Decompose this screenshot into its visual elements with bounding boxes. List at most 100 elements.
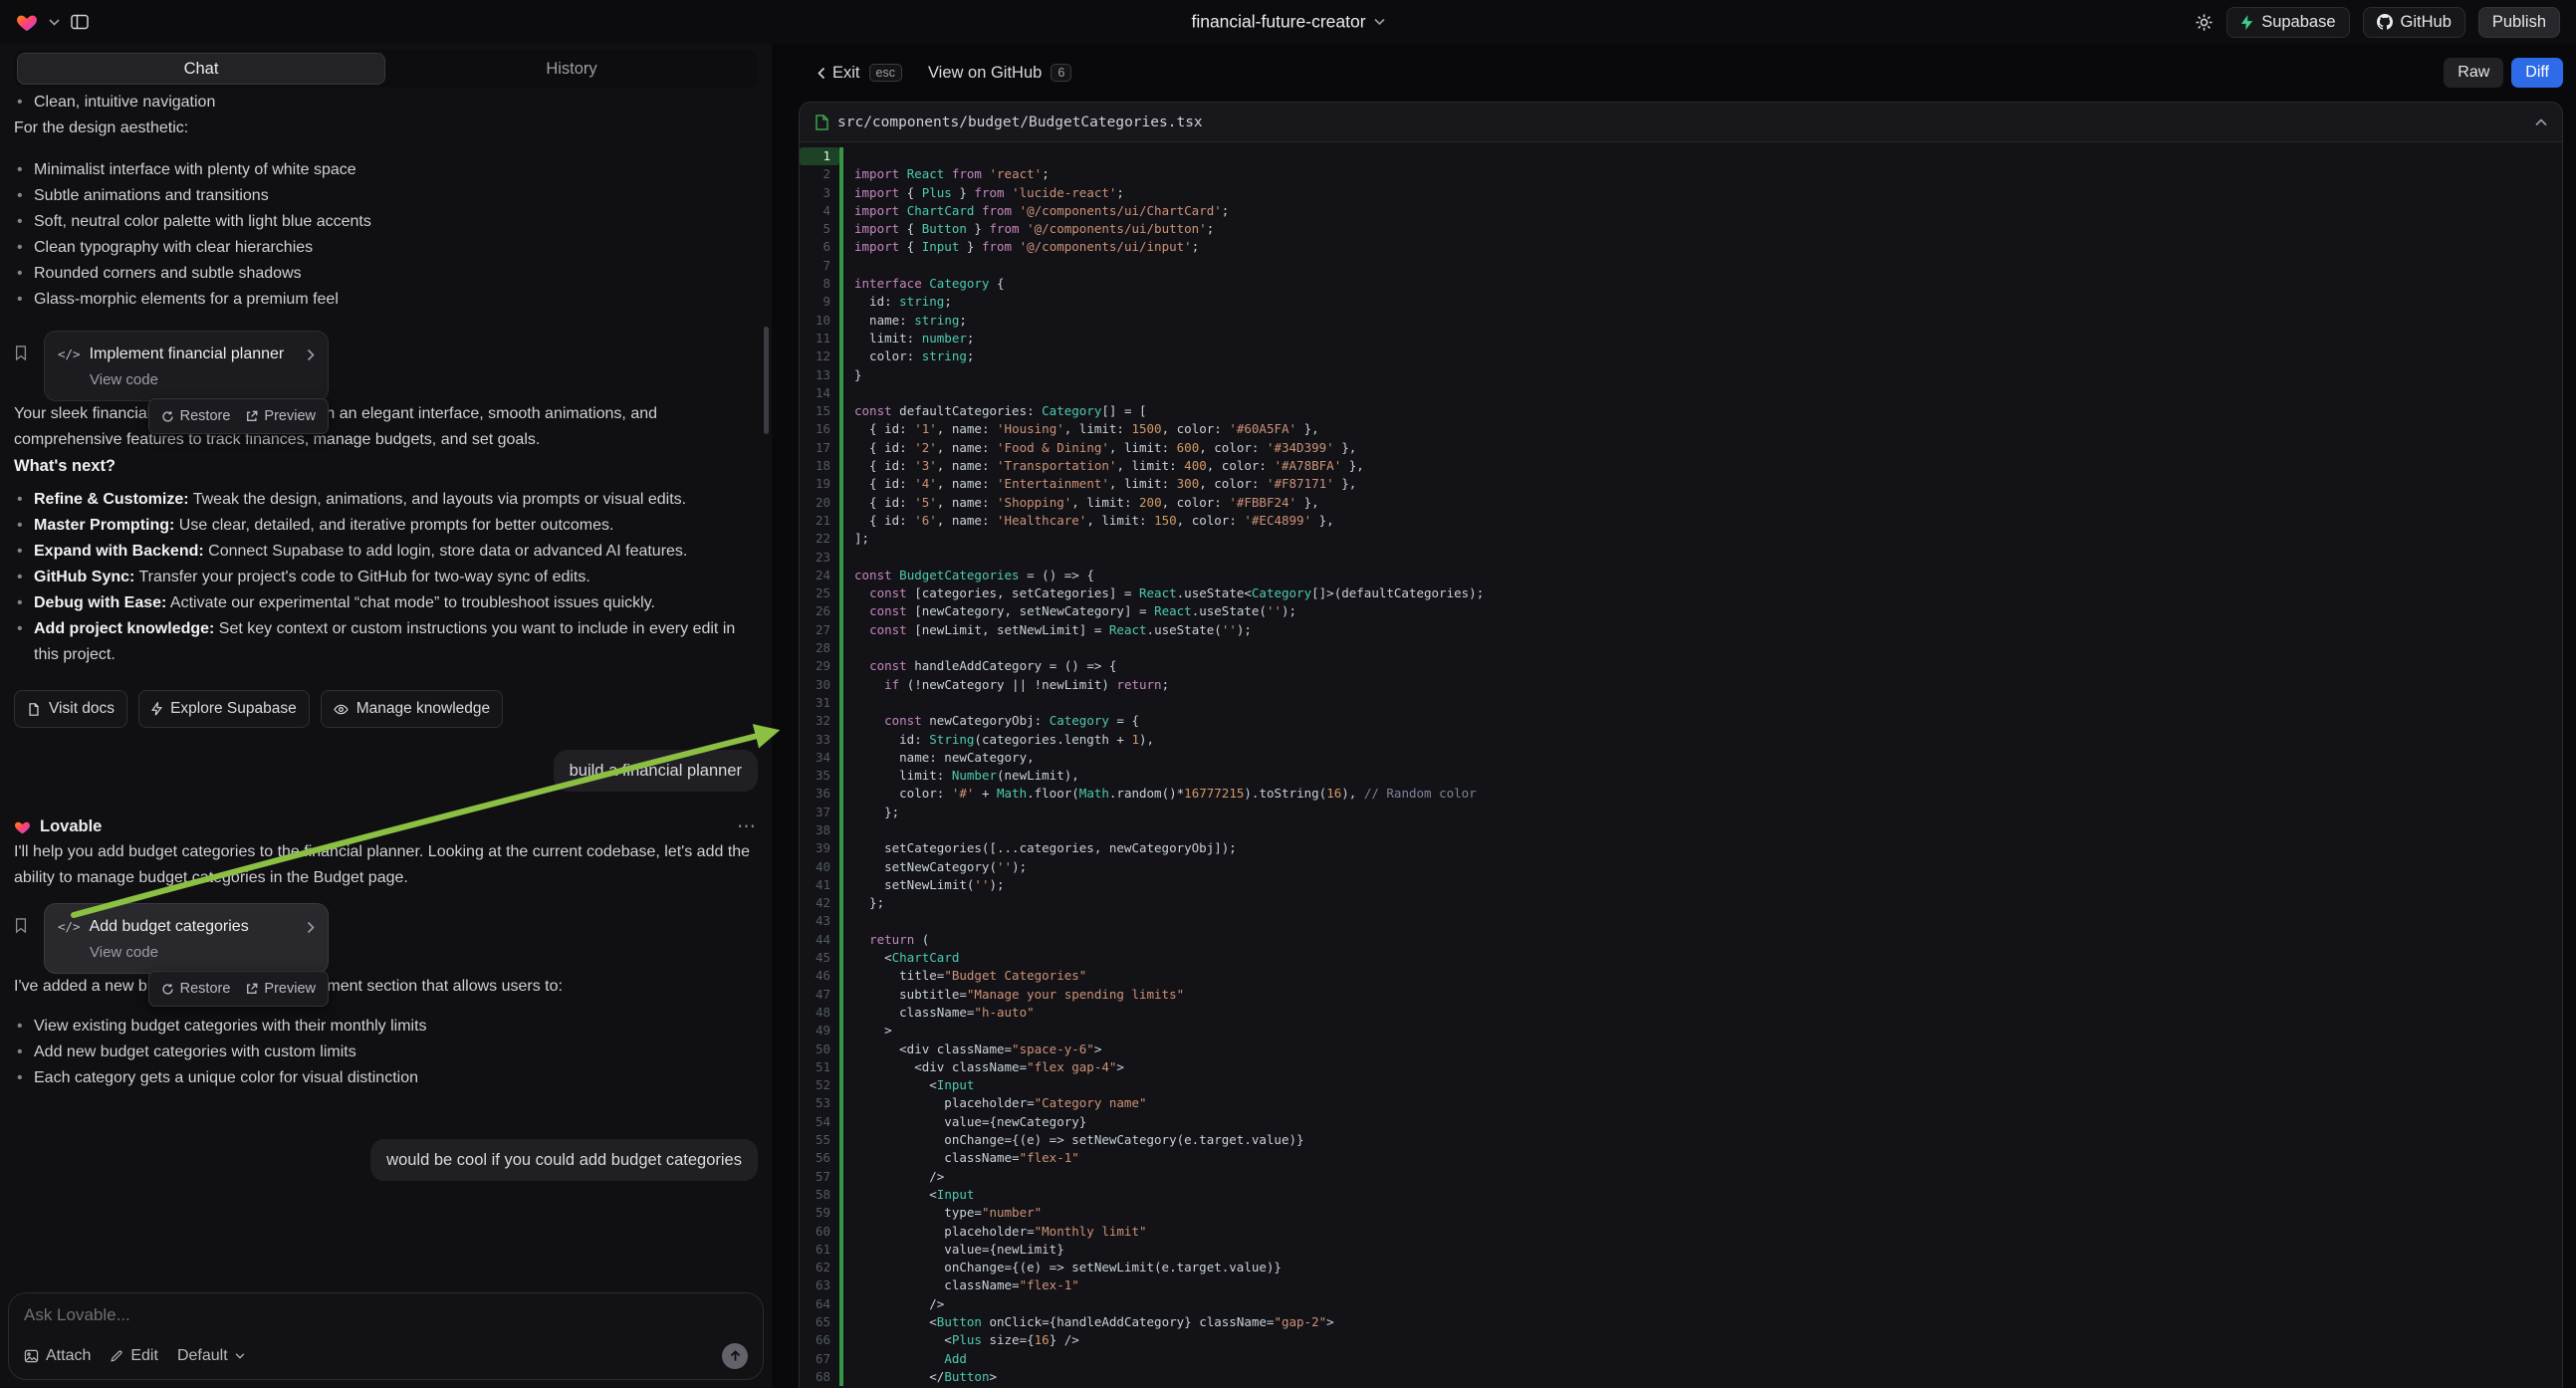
attach-button[interactable]: Attach [24, 1347, 91, 1365]
diff-added-gutter [839, 731, 843, 749]
github-button[interactable]: GitHub [2363, 7, 2465, 38]
code-text: setCategories([...categories, newCategor… [843, 839, 1237, 857]
diff-added-gutter [839, 439, 843, 457]
chat-scrollbar-thumb[interactable] [764, 327, 769, 434]
edit-card-implement-financial-planner[interactable]: </> Implement financial planner View cod… [44, 331, 329, 401]
edit-card-add-budget-categories[interactable]: </> Add budget categories View code Rest… [44, 903, 329, 974]
tab-history[interactable]: History [388, 53, 755, 85]
line-number: 14 [800, 384, 839, 402]
line-number: 42 [800, 894, 839, 912]
bookmark-icon[interactable] [14, 917, 28, 943]
code-editor[interactable]: 12import React from 'react';3import { Pl… [800, 142, 2562, 1388]
model-selector[interactable]: Default [177, 1347, 245, 1365]
view-code-link[interactable]: View code [90, 370, 315, 390]
code-text: return ( [843, 931, 929, 949]
code-text: <Input [843, 1076, 974, 1094]
preview-panel: Exit esc View on GitHub 6 Raw Diff src/c… [772, 44, 2576, 1388]
line-number: 6 [800, 238, 839, 256]
view-code-link[interactable]: View code [90, 943, 315, 963]
line-number: 21 [800, 512, 839, 530]
lovable-heart-icon [14, 819, 31, 834]
bookmark-icon[interactable] [14, 345, 28, 370]
collapse-chevron-up-icon[interactable] [2535, 118, 2547, 126]
restore-button[interactable]: Restore [154, 401, 238, 431]
code-text: onChange={(e) => setNewCategory(e.target… [843, 1131, 1304, 1149]
lovable-logo[interactable] [16, 12, 38, 32]
code-text: <div className="flex gap-4"> [843, 1058, 1124, 1076]
edit-mode-button[interactable]: Edit [110, 1347, 158, 1365]
line-number: 61 [800, 1241, 839, 1259]
more-options-icon[interactable]: ⋯ [737, 817, 758, 836]
diff-added-gutter [839, 1131, 843, 1149]
diff-toggle-button[interactable]: Diff [2511, 58, 2563, 88]
diff-added-gutter [839, 1313, 843, 1331]
code-text: { id: '5', name: 'Shopping', limit: 200,… [843, 494, 1319, 512]
diff-added-gutter [839, 694, 843, 712]
restore-button[interactable]: Restore [154, 974, 238, 1004]
diff-added-gutter [839, 494, 843, 512]
code-line: 54 value={newCategory} [800, 1113, 2562, 1131]
code-line: 38 [800, 821, 2562, 839]
code-line: 2import React from 'react'; [800, 165, 2562, 183]
code-text: name: string; [843, 312, 967, 330]
code-text: const [categories, setCategories] = Reac… [843, 584, 1484, 602]
code-line: 62 onChange={(e) => setNewLimit(e.target… [800, 1259, 2562, 1276]
supabase-button[interactable]: Supabase [2226, 7, 2349, 38]
preview-button[interactable]: Preview [239, 974, 323, 1004]
diff-added-gutter [839, 238, 843, 256]
code-text: import { Plus } from 'lucide-react'; [843, 184, 1124, 202]
line-number: 16 [800, 420, 839, 438]
line-number: 4 [800, 202, 839, 220]
code-text [843, 257, 854, 275]
code-line: 30 if (!newCategory || !newLimit) return… [800, 676, 2562, 694]
diff-added-gutter [839, 949, 843, 967]
exit-button[interactable]: Exit [818, 64, 860, 83]
code-line: 13} [800, 366, 2562, 384]
chevron-down-icon[interactable] [49, 19, 60, 26]
tab-chat[interactable]: Chat [17, 53, 385, 85]
settings-gear-icon[interactable] [2195, 13, 2214, 32]
line-number: 45 [800, 949, 839, 967]
code-line: 41 setNewLimit(''); [800, 876, 2562, 894]
explore-supabase-button[interactable]: Explore Supabase [138, 690, 310, 728]
user-message-row: build a financial planner [14, 750, 758, 792]
raw-toggle-button[interactable]: Raw [2444, 58, 2503, 88]
chat-panel: Chat History Clean, intuitive navigation… [0, 44, 772, 1388]
code-text [843, 147, 854, 165]
code-line: 12 color: string; [800, 347, 2562, 365]
code-line: 43 [800, 912, 2562, 930]
preview-button[interactable]: Preview [239, 401, 323, 431]
code-text: <Input [843, 1186, 974, 1204]
code-line: 1 [800, 147, 2562, 165]
diff-added-gutter [839, 584, 843, 602]
code-line: 14 [800, 384, 2562, 402]
code-line: 33 id: String(categories.length + 1), [800, 731, 2562, 749]
code-line: 39 setCategories([...categories, newCate… [800, 839, 2562, 857]
diff-added-gutter [839, 1113, 843, 1131]
chat-input[interactable] [24, 1305, 748, 1329]
line-number: 2 [800, 165, 839, 183]
card-hover-toolbar: Restore Preview [148, 971, 329, 1007]
code-text: import ChartCard from '@/components/ui/C… [843, 202, 1229, 220]
code-text: const BudgetCategories = () => { [843, 567, 1094, 584]
manage-knowledge-button[interactable]: Manage knowledge [321, 690, 503, 728]
line-number: 36 [800, 785, 839, 803]
project-switcher[interactable]: financial-future-creator [1191, 12, 1384, 33]
send-button[interactable] [722, 1343, 748, 1369]
code-text: const [newCategory, setNewCategory] = Re… [843, 602, 1296, 620]
sidebar-toggle-icon[interactable] [71, 14, 89, 30]
visit-docs-button[interactable]: Visit docs [14, 690, 127, 728]
code-line: 53 placeholder="Category name" [800, 1094, 2562, 1112]
esc-key-badge: esc [869, 64, 902, 82]
line-number: 31 [800, 694, 839, 712]
diff-added-gutter [839, 257, 843, 275]
list-item: Clean, intuitive navigation [14, 90, 758, 116]
publish-button[interactable]: Publish [2478, 7, 2560, 38]
view-on-github-button[interactable]: View on GitHub [928, 64, 1042, 83]
edit-card-title: Implement financial planner [90, 342, 298, 367]
code-line: 11 limit: number; [800, 330, 2562, 347]
document-icon [27, 702, 41, 717]
code-line: 25 const [categories, setCategories] = R… [800, 584, 2562, 602]
line-number: 49 [800, 1022, 839, 1040]
file-header[interactable]: src/components/budget/BudgetCategories.t… [800, 103, 2562, 142]
